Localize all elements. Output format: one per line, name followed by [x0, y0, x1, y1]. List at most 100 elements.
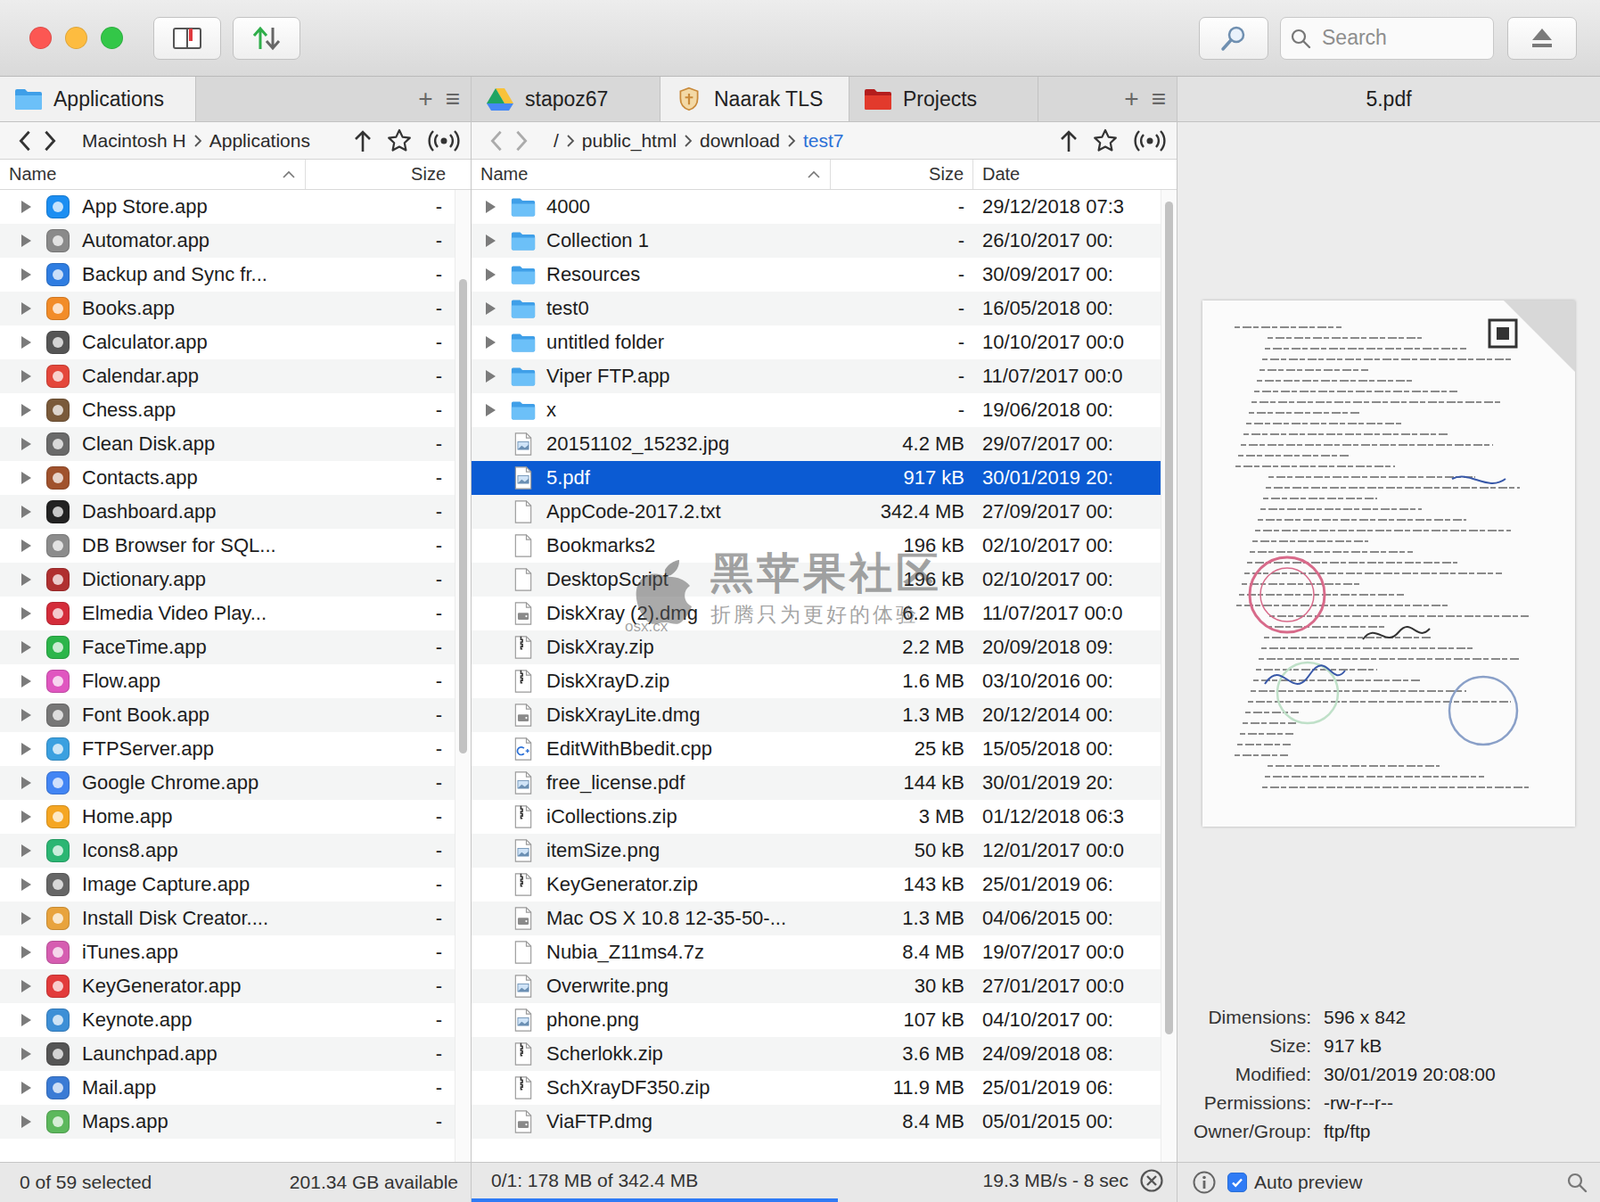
search-input[interactable]: [1320, 24, 1485, 51]
tab[interactable]: Projects: [849, 76, 1039, 122]
column-header-cell[interactable]: Size: [830, 159, 974, 189]
disclosure-triangle[interactable]: [19, 403, 33, 417]
file-row[interactable]: DiskXray.zip2.2 MB20/09/2018 09:: [471, 630, 1161, 665]
file-row[interactable]: Mac OS X 10.8 12-35-50-...1.3 MB04/06/20…: [471, 901, 1161, 936]
info-icon[interactable]: [1191, 1169, 1217, 1195]
file-row[interactable]: Books.app-: [0, 291, 455, 326]
tab-menu-button[interactable]: ≡: [445, 84, 460, 114]
disclosure-triangle[interactable]: [19, 979, 33, 993]
add-tab-button[interactable]: +: [1124, 84, 1139, 114]
file-row[interactable]: Chess.app-: [0, 393, 455, 427]
file-row[interactable]: iCollections.zip3 MB01/12/2018 06:3: [471, 799, 1161, 834]
close-button[interactable]: [29, 26, 52, 50]
up-arrow-icon[interactable]: [352, 128, 373, 154]
file-row[interactable]: iTunes.app-: [0, 935, 455, 969]
file-row[interactable]: Maps.app-: [0, 1104, 455, 1139]
file-row[interactable]: Font Book.app-: [0, 697, 455, 732]
disclosure-triangle[interactable]: [19, 844, 33, 857]
file-row[interactable]: Bookmarks2196 kB02/10/2017 00:: [471, 528, 1161, 563]
file-row[interactable]: KeyGenerator.app-: [0, 968, 455, 1003]
disclosure-triangle[interactable]: [484, 268, 497, 281]
file-row[interactable]: FTPServer.app-: [0, 731, 455, 766]
disclosure-triangle[interactable]: [484, 234, 497, 247]
file-row[interactable]: itemSize.png50 kB12/01/2017 00:0: [471, 833, 1161, 868]
scrollbar-thumb[interactable]: [459, 278, 468, 754]
file-row[interactable]: DB Browser for SQL...-: [0, 528, 455, 563]
search-field[interactable]: [1280, 16, 1494, 60]
broadcast-icon[interactable]: [1132, 128, 1168, 154]
disclosure-triangle[interactable]: [19, 640, 33, 654]
file-row[interactable]: DiskXrayD.zip1.6 MB03/10/2016 00:: [471, 664, 1161, 698]
column-header-cell[interactable]: Name: [0, 159, 306, 189]
disclosure-triangle[interactable]: [484, 369, 497, 383]
disclosure-triangle[interactable]: [19, 911, 33, 925]
file-row[interactable]: 20151102_15232.jpg4.2 MB29/07/2017 00:: [471, 426, 1161, 461]
file-row[interactable]: Contacts.app-: [0, 460, 455, 495]
disclosure-triangle[interactable]: [19, 200, 33, 214]
disclosure-triangle[interactable]: [19, 674, 33, 688]
disclosure-triangle[interactable]: [484, 302, 497, 315]
file-row[interactable]: FaceTime.app-: [0, 630, 455, 665]
file-row[interactable]: Nubia_Z11ms4.7z8.4 MB19/07/2017 00:0: [471, 935, 1161, 969]
scrollbar[interactable]: [1160, 189, 1177, 1162]
path-item[interactable]: Applications: [209, 130, 311, 152]
disclosure-triangle[interactable]: [19, 776, 33, 789]
file-row[interactable]: Home.app-: [0, 799, 455, 834]
path-item[interactable]: public_html: [582, 130, 677, 152]
disclosure-triangle[interactable]: [19, 708, 33, 722]
file-row[interactable]: Elmedia Video Play...-: [0, 596, 455, 631]
forward-chevron-icon[interactable]: [41, 129, 59, 153]
disclosure-triangle[interactable]: [19, 369, 33, 383]
find-button[interactable]: [1198, 16, 1269, 60]
file-row[interactable]: phone.png107 kB04/10/2017 00:: [471, 1002, 1161, 1037]
file-row[interactable]: Collection 1-26/10/2017 00:: [471, 223, 1161, 258]
file-row[interactable]: Backup and Sync fr...-: [0, 257, 455, 292]
tab-menu-button[interactable]: ≡: [1151, 84, 1166, 114]
auto-preview-checkbox[interactable]: [1227, 1172, 1248, 1192]
disclosure-triangle[interactable]: [19, 539, 33, 552]
disclosure-triangle[interactable]: [484, 200, 497, 214]
file-row[interactable]: Dashboard.app-: [0, 494, 455, 529]
disclosure-triangle[interactable]: [19, 234, 33, 247]
disclosure-triangle[interactable]: [19, 1081, 33, 1094]
star-icon[interactable]: [1092, 128, 1118, 154]
disclosure-triangle[interactable]: [19, 573, 33, 586]
file-row[interactable]: Clean Disk.app-: [0, 426, 455, 461]
path-item[interactable]: test7: [803, 130, 845, 152]
disclosure-triangle[interactable]: [19, 945, 33, 959]
file-row[interactable]: Overwrite.png30 kB27/01/2017 00:0: [471, 968, 1161, 1003]
disclosure-triangle[interactable]: [19, 877, 33, 891]
minimize-button[interactable]: [65, 26, 88, 50]
disclosure-triangle[interactable]: [19, 742, 33, 755]
file-row[interactable]: DesktopScript196 kB02/10/2017 00:: [471, 562, 1161, 597]
disclosure-triangle[interactable]: [19, 302, 33, 315]
disclosure-triangle[interactable]: [19, 810, 33, 823]
column-header-cell[interactable]: Date: [973, 159, 1161, 189]
disclosure-triangle[interactable]: [19, 1115, 33, 1128]
disclosure-triangle[interactable]: [19, 1013, 33, 1026]
file-row[interactable]: AppCode-2017.2.txt342.4 MB27/09/2017 00:: [471, 494, 1161, 529]
file-row[interactable]: ViaFTP.dmg8.4 MB05/01/2015 00:: [471, 1104, 1161, 1139]
file-row[interactable]: Image Capture.app-: [0, 867, 455, 902]
disclosure-triangle[interactable]: [19, 336, 33, 349]
tab[interactable]: stapoz67: [471, 76, 661, 122]
file-row[interactable]: Calculator.app-: [0, 325, 455, 360]
column-header-cell[interactable]: Name: [471, 159, 831, 189]
file-row[interactable]: Dictionary.app-: [0, 562, 455, 597]
eject-button[interactable]: [1507, 16, 1577, 60]
column-header-cell[interactable]: Size: [305, 159, 455, 189]
disclosure-triangle[interactable]: [19, 1047, 33, 1060]
file-row[interactable]: Resources-30/09/2017 00:: [471, 257, 1161, 292]
quick-look-magnifier-icon[interactable]: [1566, 1171, 1588, 1193]
file-row[interactable]: 5.pdf917 kB30/01/2019 20:: [471, 460, 1161, 495]
path-item[interactable]: Macintosh H: [82, 130, 187, 152]
back-chevron-icon[interactable]: [16, 129, 34, 153]
cancel-icon[interactable]: [1139, 1167, 1165, 1193]
scrollbar[interactable]: [454, 189, 471, 1162]
file-row[interactable]: Mail.app-: [0, 1070, 455, 1105]
disclosure-triangle[interactable]: [19, 437, 33, 451]
toggle-panel-button[interactable]: [153, 16, 222, 60]
disclosure-triangle[interactable]: [484, 336, 497, 349]
disclosure-triangle[interactable]: [19, 268, 33, 281]
disclosure-triangle[interactable]: [19, 471, 33, 485]
